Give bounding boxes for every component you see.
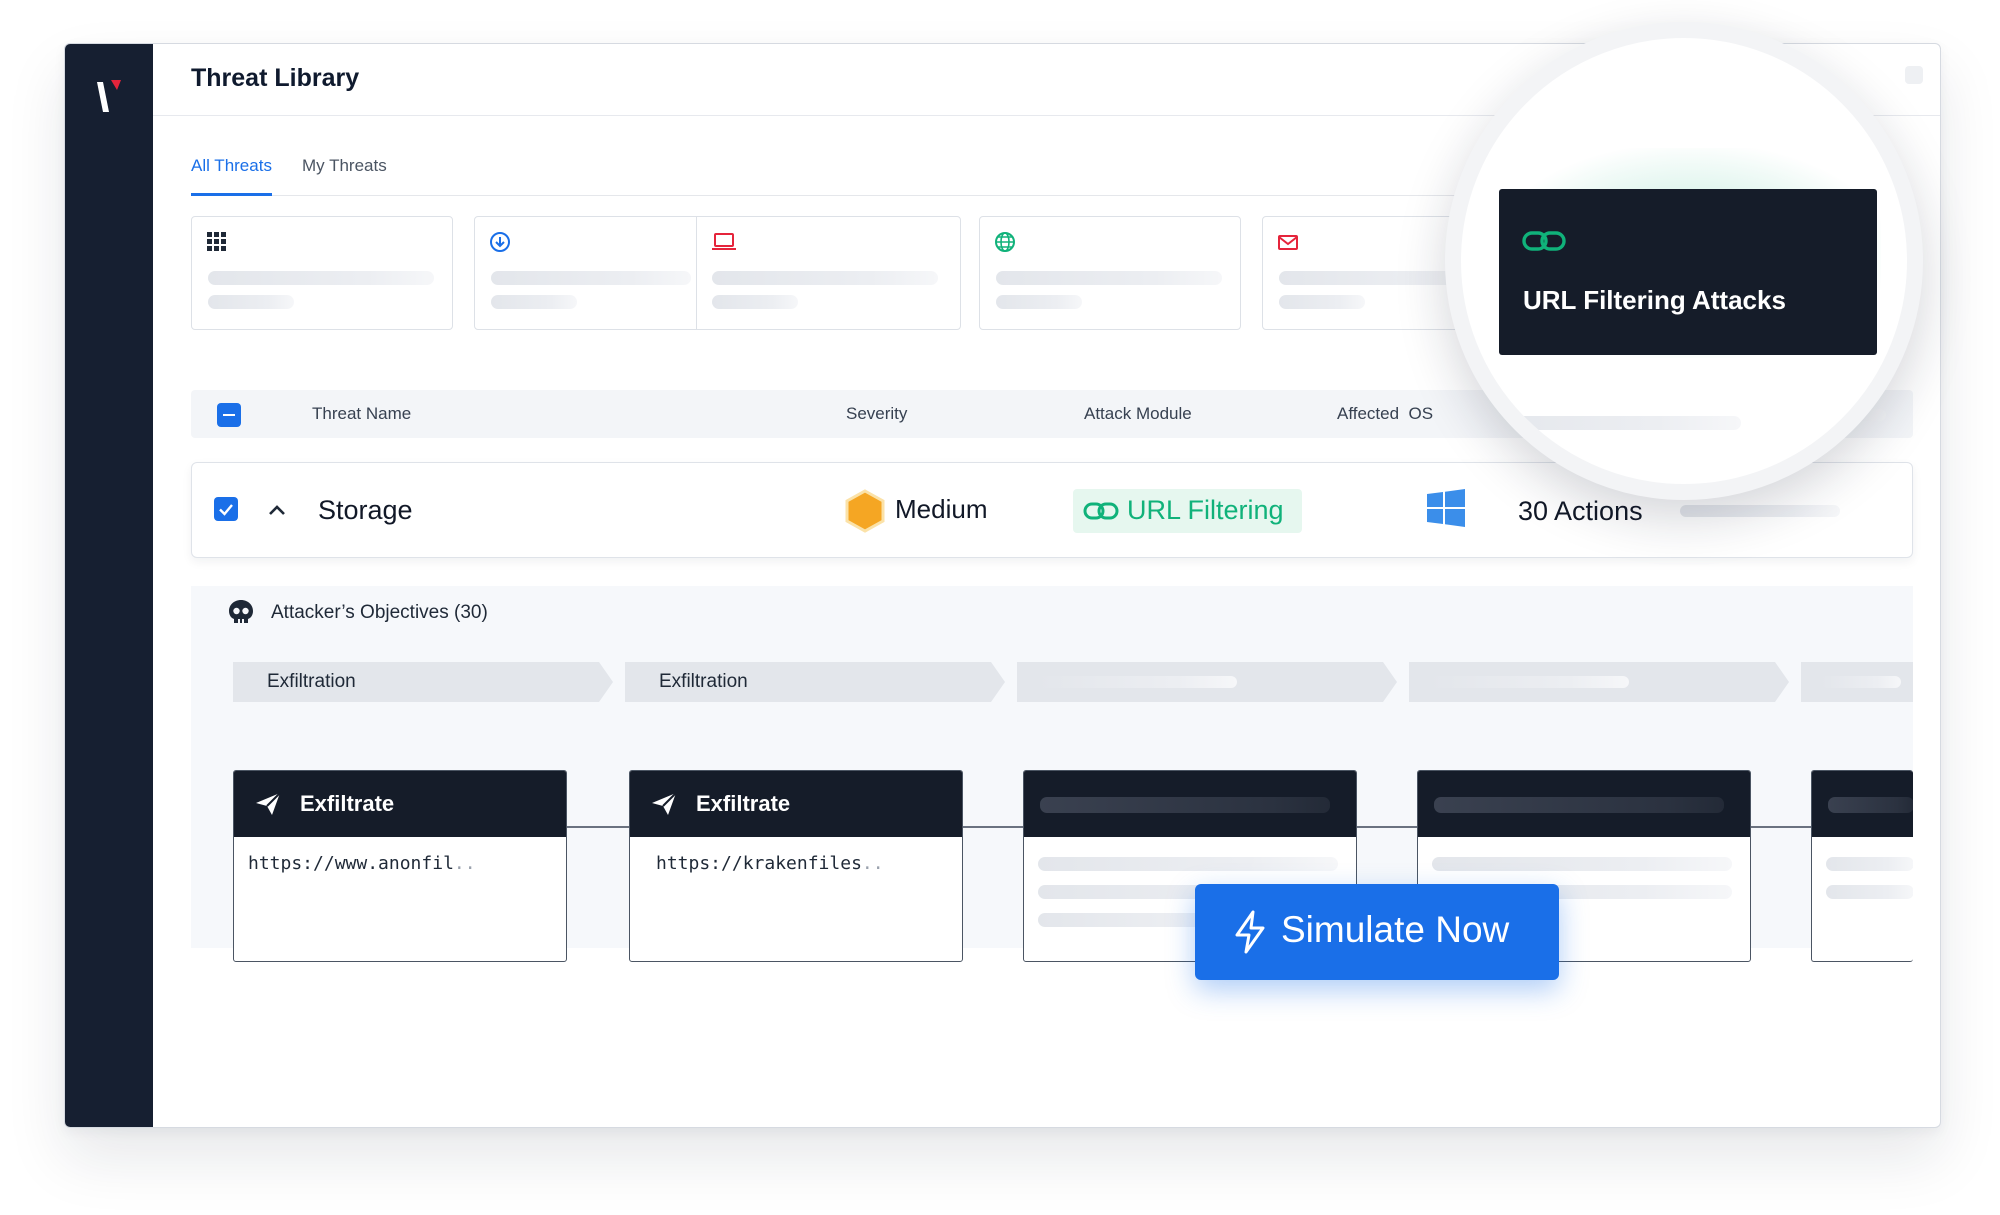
chevron-up-icon[interactable] xyxy=(266,499,288,521)
loading-placeholder xyxy=(1828,797,1913,813)
tooltip-title: URL Filtering Attacks xyxy=(1523,285,1786,315)
column-attack-module[interactable]: Attack Module xyxy=(1084,404,1192,424)
action-node-header xyxy=(1812,771,1913,837)
send-icon xyxy=(652,792,677,815)
loading-placeholder xyxy=(1434,797,1724,813)
select-all-checkbox[interactable] xyxy=(217,403,241,427)
loading-placeholder xyxy=(1040,797,1330,813)
loading-placeholder xyxy=(1826,857,1913,871)
stage-chevron[interactable] xyxy=(1801,662,1913,702)
severity-medium-icon xyxy=(845,489,885,533)
loading-placeholder xyxy=(1429,676,1629,688)
link-icon xyxy=(1083,502,1119,520)
action-node-header: Exfiltrate xyxy=(234,771,566,837)
link-icon xyxy=(1522,231,1566,251)
lightning-icon xyxy=(1235,910,1265,954)
globe-icon xyxy=(995,232,1015,252)
action-node-url: https://krakenfiles.. xyxy=(656,853,884,874)
loading-placeholder xyxy=(712,271,938,285)
brand-logo-icon[interactable] xyxy=(97,78,123,116)
column-threat-name[interactable]: Threat Name xyxy=(312,404,411,424)
action-node-header: Exfiltrate xyxy=(630,771,962,837)
loading-placeholder xyxy=(712,295,798,309)
threat-name: Storage xyxy=(318,495,413,525)
sidebar xyxy=(65,44,153,1127)
loading-placeholder xyxy=(1432,857,1732,871)
loading-placeholder xyxy=(491,295,577,309)
loading-placeholder xyxy=(1680,505,1840,517)
loading-placeholder xyxy=(208,295,294,309)
loading-placeholder xyxy=(1826,885,1913,899)
download-icon xyxy=(490,232,510,252)
loading-placeholder xyxy=(996,271,1222,285)
action-node-title: Exfiltrate xyxy=(696,791,791,816)
stage-chevron[interactable] xyxy=(1017,662,1397,702)
page-title: Threat Library xyxy=(191,64,360,92)
laptop-icon xyxy=(712,233,736,250)
category-card[interactable] xyxy=(191,216,453,330)
stage-label: Exfiltration xyxy=(659,671,748,692)
mail-icon xyxy=(1278,235,1298,250)
node-connector xyxy=(1748,826,1812,828)
node-connector xyxy=(960,826,1024,828)
stage-chevron[interactable]: Exfiltration xyxy=(625,662,1005,702)
loading-placeholder xyxy=(1038,857,1338,871)
stage-chevron[interactable] xyxy=(1409,662,1789,702)
actions-count: 30 Actions xyxy=(1518,496,1643,526)
tab-my-threats[interactable]: My Threats xyxy=(302,154,387,196)
loading-placeholder xyxy=(208,271,434,285)
column-severity[interactable]: Severity xyxy=(846,404,907,424)
send-icon xyxy=(256,792,281,815)
stage-label: Exfiltration xyxy=(267,671,356,692)
simulate-now-label: Simulate Now xyxy=(1281,909,1510,950)
stage-chevron[interactable]: Exfiltration xyxy=(233,662,613,702)
category-card[interactable] xyxy=(979,216,1241,330)
action-node-title: Exfiltrate xyxy=(300,791,395,816)
window-control-icon[interactable] xyxy=(1905,66,1923,84)
loading-placeholder xyxy=(1461,416,1741,430)
card-divider xyxy=(696,217,697,329)
action-node[interactable] xyxy=(1811,770,1913,962)
severity-label: Medium xyxy=(895,494,988,524)
loading-placeholder xyxy=(491,271,691,285)
grid-icon xyxy=(207,232,226,251)
loading-placeholder xyxy=(1037,676,1237,688)
node-connector xyxy=(566,826,630,828)
row-checkbox[interactable] xyxy=(214,497,238,521)
magnifier-callout: URL Filtering Attacks xyxy=(1445,22,1923,500)
check-icon xyxy=(219,504,233,516)
attack-module-label: URL Filtering xyxy=(1127,495,1284,525)
skull-icon xyxy=(229,600,253,623)
attacker-objectives-panel: Attacker’s Objectives (30) Exfiltration … xyxy=(191,586,1913,962)
windows-icon xyxy=(1427,489,1465,527)
node-connector xyxy=(1354,826,1418,828)
category-card[interactable] xyxy=(474,216,961,330)
action-node[interactable]: Exfiltrate https://www.anonfil.. xyxy=(233,770,567,962)
loading-placeholder xyxy=(1279,295,1365,309)
url-filtering-tooltip: URL Filtering Attacks xyxy=(1499,189,1877,355)
loading-placeholder xyxy=(1821,676,1901,688)
loading-placeholder xyxy=(996,295,1082,309)
action-node-url: https://www.anonfil.. xyxy=(248,853,476,874)
column-affected-os[interactable]: Affected OS xyxy=(1337,404,1433,424)
action-node[interactable]: Exfiltrate https://krakenfiles.. xyxy=(629,770,963,962)
action-node-header xyxy=(1024,771,1356,837)
action-node-header xyxy=(1418,771,1750,837)
attack-module-badge[interactable]: URL Filtering xyxy=(1073,489,1302,533)
objectives-title: Attacker’s Objectives (30) xyxy=(271,602,488,623)
tab-all-threats[interactable]: All Threats xyxy=(191,154,272,196)
simulate-now-button[interactable]: Simulate Now xyxy=(1195,884,1559,980)
